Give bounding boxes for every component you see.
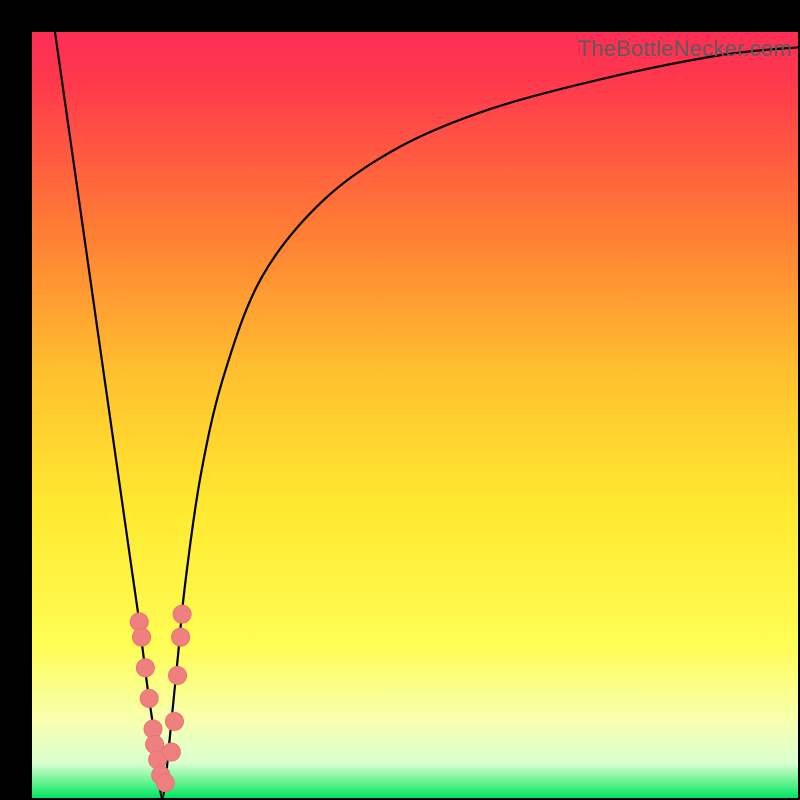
- marker-dot: [162, 743, 180, 761]
- marker-dot: [140, 689, 158, 707]
- marker-dot: [165, 712, 183, 730]
- bottleneck-chart: [32, 32, 798, 798]
- marker-dot: [172, 628, 190, 646]
- watermark-label: TheBottleNecker.com: [578, 36, 792, 62]
- marker-dot: [169, 666, 187, 684]
- marker-dot: [146, 735, 164, 753]
- marker-dot: [133, 628, 151, 646]
- marker-dot: [173, 605, 191, 623]
- marker-dot: [136, 659, 154, 677]
- chart-frame: TheBottleNecker.com: [32, 32, 798, 798]
- marker-dot: [156, 774, 174, 792]
